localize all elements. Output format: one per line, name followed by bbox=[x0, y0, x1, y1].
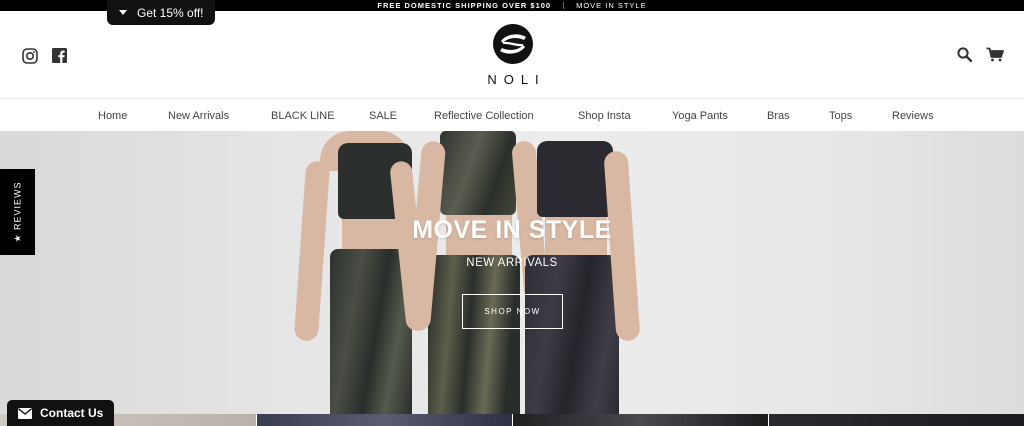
nav-item-black-line[interactable]: BLACK LINE bbox=[271, 110, 335, 122]
nav-item-bras[interactable]: Bras bbox=[767, 110, 790, 122]
announcement-tagline: MOVE IN STYLE bbox=[576, 1, 647, 10]
search-icon[interactable] bbox=[957, 47, 973, 67]
reviews-side-tab[interactable]: ★ REVIEWS bbox=[0, 169, 35, 255]
nav-item-yoga-pants[interactable]: Yoga Pants bbox=[672, 110, 728, 122]
hero-banner: MOVE IN STYLE NEW ARRIVALS SHOP NOW bbox=[0, 131, 1024, 414]
collection-tile[interactable] bbox=[257, 414, 512, 426]
instagram-icon[interactable] bbox=[22, 48, 38, 64]
caret-down-icon bbox=[119, 10, 127, 15]
discount-label: Get 15% off! bbox=[137, 5, 204, 20]
main-nav: Home New Arrivals BLACK LINE SALE Reflec… bbox=[0, 100, 1024, 131]
nav-item-home[interactable]: Home bbox=[98, 110, 127, 122]
nav-item-shop-insta[interactable]: Shop Insta bbox=[578, 110, 631, 122]
nav-item-reviews[interactable]: Reviews bbox=[892, 110, 934, 122]
envelope-icon bbox=[18, 407, 32, 419]
social-links bbox=[22, 48, 67, 64]
announcement-divider bbox=[563, 2, 565, 9]
hero-title: MOVE IN STYLE bbox=[412, 216, 612, 244]
nav-item-tops[interactable]: Tops bbox=[829, 110, 852, 122]
brand-name: NOLI bbox=[487, 72, 546, 87]
nav-item-new-arrivals[interactable]: New Arrivals bbox=[168, 110, 229, 122]
cart-icon[interactable] bbox=[986, 47, 1004, 67]
page: FREE DOMESTIC SHIPPING OVER $100 MOVE IN… bbox=[0, 0, 1024, 426]
reviews-tab-label: ★ REVIEWS bbox=[12, 181, 22, 243]
shop-now-button[interactable]: SHOP NOW bbox=[462, 294, 563, 329]
collection-tile[interactable] bbox=[769, 414, 1024, 426]
hero-subtitle: NEW ARRIVALS bbox=[466, 257, 558, 269]
discount-tab[interactable]: Get 15% off! bbox=[107, 0, 215, 25]
facebook-icon[interactable] bbox=[52, 48, 67, 64]
logo-mark-icon bbox=[493, 24, 533, 64]
header-actions bbox=[957, 47, 1004, 67]
shipping-message: FREE DOMESTIC SHIPPING OVER $100 bbox=[377, 1, 552, 10]
collection-strip bbox=[0, 414, 1024, 426]
contact-us-button[interactable]: Contact Us bbox=[7, 400, 114, 426]
brand-logo[interactable]: NOLI bbox=[481, 24, 545, 94]
nav-item-sale[interactable]: SALE bbox=[369, 110, 397, 122]
contact-us-label: Contact Us bbox=[40, 406, 104, 420]
collection-tile[interactable] bbox=[513, 414, 768, 426]
nav-item-reflective-collection[interactable]: Reflective Collection bbox=[434, 110, 534, 122]
